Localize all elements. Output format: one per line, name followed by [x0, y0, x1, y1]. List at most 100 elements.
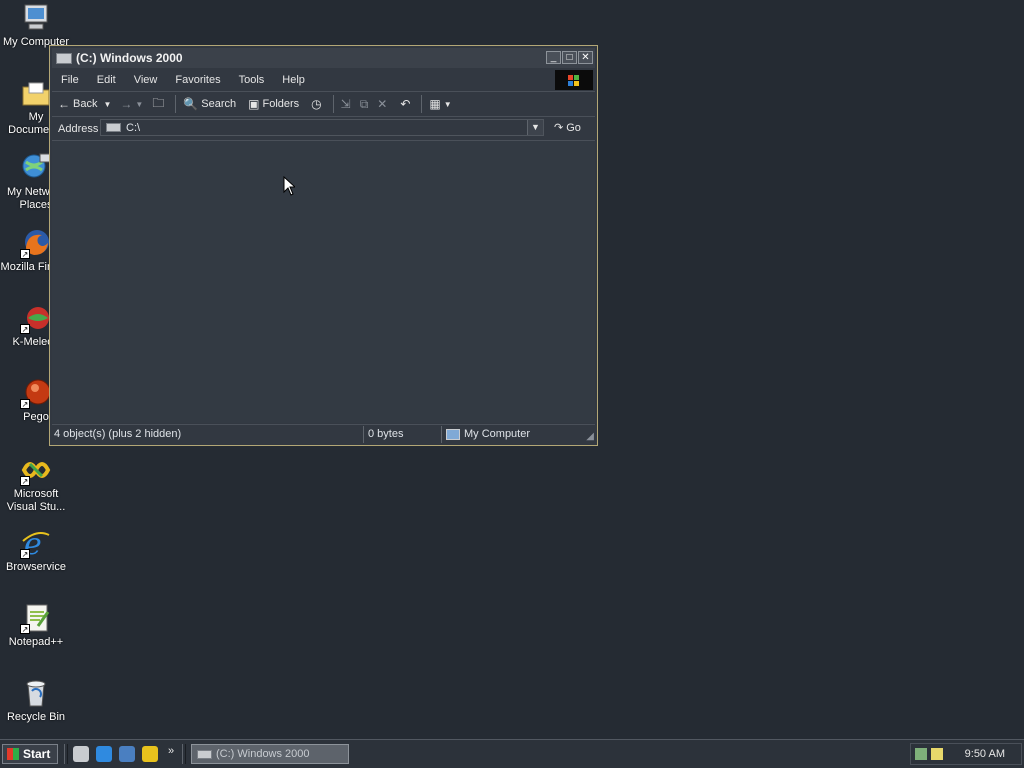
shortcut-arrow-icon: ↗ — [20, 624, 30, 634]
status-objects: 4 object(s) (plus 2 hidden) — [52, 425, 364, 443]
status-location: My Computer — [442, 426, 582, 443]
ie-quicklaunch-icon[interactable] — [96, 746, 112, 762]
resize-grip-icon[interactable]: ◢ — [586, 431, 594, 442]
taskbar-window-button[interactable]: (C:) Windows 2000 — [191, 744, 349, 764]
history-icon: ◷ — [311, 97, 322, 111]
go-label: Go — [566, 121, 581, 134]
shortcut-arrow-icon: ↗ — [20, 324, 30, 334]
my-computer-icon — [446, 428, 460, 440]
undo-button[interactable]: ↶ — [400, 97, 413, 111]
start-label: Start — [23, 747, 51, 761]
minimize-button[interactable]: _ — [546, 51, 561, 64]
desktop-icon-notepad-plus-plus[interactable]: ↗ Notepad++ — [0, 602, 72, 649]
desktop-icon-label: Notepad++ — [8, 636, 64, 648]
network-places-icon — [20, 152, 52, 184]
taskbar-window-label: (C:) Windows 2000 — [216, 748, 310, 760]
back-button[interactable]: ← Back ▼ — [58, 97, 114, 111]
search-icon: 🔍 — [183, 97, 199, 111]
taskbar: Start » (C:) Windows 2000 9:50 AM — [0, 739, 1024, 768]
copy-to-button[interactable]: ⧉ — [360, 97, 372, 112]
chevron-down-icon[interactable]: ▼ — [103, 100, 111, 109]
show-desktop-icon[interactable] — [73, 746, 89, 762]
views-icon: ▦ — [429, 97, 441, 111]
delete-icon: ✕ — [377, 97, 388, 111]
taskbar-separator — [64, 744, 68, 764]
status-size: 0 bytes — [364, 425, 442, 443]
copy-to-icon: ⧉ — [359, 96, 369, 111]
my-documents-icon — [20, 77, 52, 109]
title-bar[interactable]: (C:) Windows 2000 _ □ ✕ — [52, 48, 595, 68]
desktop-icon-my-computer[interactable]: My Computer — [0, 2, 72, 49]
toolbar-separator — [421, 95, 423, 113]
menu-help[interactable]: Help — [273, 74, 314, 86]
clock: 9:50 AM — [964, 748, 1005, 760]
toolbar-separator — [332, 95, 334, 113]
maximize-button[interactable]: □ — [562, 51, 577, 64]
address-label: Address — [58, 122, 99, 135]
mouse-cursor-icon — [283, 176, 295, 196]
network-tray-icon[interactable] — [915, 748, 927, 760]
close-button[interactable]: ✕ — [578, 51, 593, 64]
folders-button[interactable]: ▣ Folders — [248, 97, 299, 111]
delete-button[interactable]: ✕ — [377, 97, 390, 111]
shortcut-arrow-icon: ↗ — [20, 399, 30, 409]
menu-favorites[interactable]: Favorites — [166, 74, 229, 86]
visual-studio-icon: ↗ — [20, 454, 52, 486]
desktop-icon-label: Recycle Bin — [6, 711, 66, 723]
search-button[interactable]: 🔍 Search — [183, 97, 236, 111]
menu-bar: File Edit View Favorites Tools Help — [52, 69, 595, 92]
search-label: Search — [201, 98, 237, 110]
desktop-icon-visual-studio[interactable]: ↗ Microsoft Visual Stu... — [0, 454, 72, 514]
views-button[interactable]: ▦ ▼ — [429, 97, 454, 111]
notepad-plus-plus-icon: ↗ — [20, 602, 52, 634]
address-input[interactable]: C:\ ▼ — [100, 119, 544, 136]
drive-icon — [106, 123, 121, 132]
history-button[interactable]: ◷ — [311, 97, 324, 111]
menu-edit[interactable]: Edit — [88, 74, 125, 86]
address-bar: Address C:\ ▼ ↷ Go — [52, 117, 595, 141]
back-label: Back — [73, 98, 98, 110]
up-folder-icon: 🗀 — [152, 95, 165, 110]
up-folder-button[interactable]: 🗀 — [152, 94, 167, 115]
undo-icon: ↶ — [400, 97, 411, 111]
menu-tools[interactable]: Tools — [230, 74, 274, 86]
chevron-down-icon[interactable]: ▼ — [135, 100, 143, 109]
move-to-icon: ⇲ — [340, 97, 351, 111]
toolbar: ← Back ▼ → ▼ 🗀 🔍 Search ▣ Folders ◷ ⇲ ⧉ — [52, 92, 595, 117]
move-to-button[interactable]: ⇲ — [341, 97, 354, 111]
shortcut-arrow-icon: ↗ — [20, 249, 30, 259]
search-quicklaunch-icon[interactable] — [142, 746, 158, 762]
shortcut-arrow-icon: ↗ — [20, 549, 30, 559]
volume-tray-icon[interactable] — [931, 748, 943, 760]
explorer-window[interactable]: (C:) Windows 2000 _ □ ✕ File Edit View F… — [49, 45, 598, 446]
windows-flag-icon — [7, 748, 19, 760]
pego-icon: ↗ — [20, 377, 52, 409]
desktop-icon-label: Browservice — [6, 561, 66, 573]
go-arrow-icon: ↷ — [554, 122, 564, 134]
start-button[interactable]: Start — [2, 744, 58, 764]
desktop-icon-browservice[interactable]: e ↗ Browservice — [0, 527, 72, 574]
shortcut-arrow-icon: ↗ — [20, 476, 30, 486]
system-tray: 9:50 AM — [910, 743, 1022, 765]
go-button[interactable]: ↷ Go — [554, 121, 581, 135]
folders-label: Folders — [262, 98, 300, 110]
recycle-bin-icon — [20, 677, 52, 709]
forward-arrow-icon: → — [120, 97, 133, 111]
address-value: C:\ — [126, 121, 141, 134]
folders-icon: ▣ — [248, 97, 260, 111]
address-dropdown-button[interactable]: ▼ — [527, 120, 543, 135]
status-location-label: My Computer — [464, 427, 531, 440]
windows-logo-icon — [555, 70, 593, 90]
drive-icon — [56, 52, 72, 64]
menu-file[interactable]: File — [52, 74, 88, 86]
menu-view[interactable]: View — [125, 74, 167, 86]
file-list-area[interactable] — [52, 141, 595, 423]
ie-icon: e ↗ — [20, 527, 52, 562]
desktop-icon-recycle-bin[interactable]: Recycle Bin — [0, 677, 72, 724]
outlook-express-icon[interactable] — [119, 746, 135, 762]
forward-button[interactable]: → ▼ — [120, 97, 146, 111]
my-computer-icon — [20, 2, 52, 34]
firefox-icon: ↗ — [20, 227, 52, 259]
back-arrow-icon: ← — [58, 97, 70, 111]
quicklaunch-chevron-icon[interactable]: » — [168, 745, 174, 757]
